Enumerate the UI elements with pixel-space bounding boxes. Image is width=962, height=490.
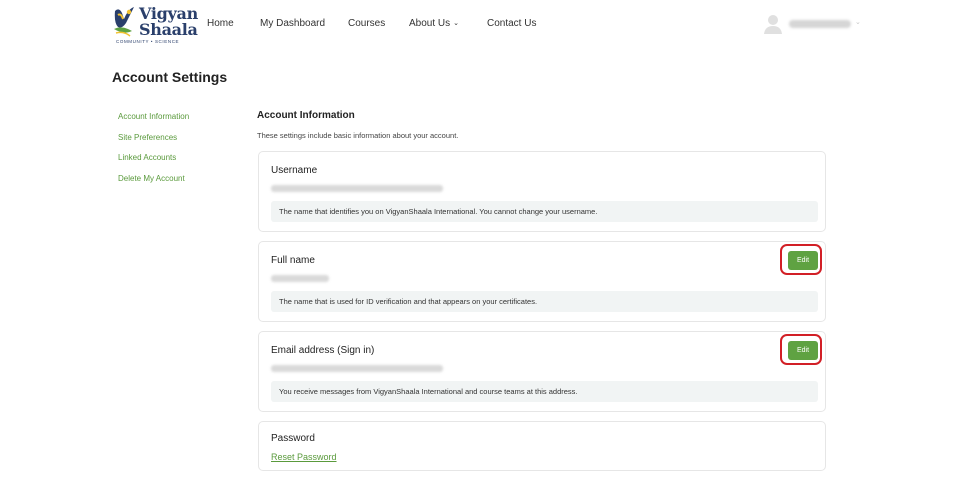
page-title: Account Settings <box>112 69 228 85</box>
highlight-ring <box>780 334 822 365</box>
user-avatar-icon <box>764 15 782 34</box>
logo-mark-icon <box>114 7 134 37</box>
password-label: Password <box>271 433 315 444</box>
email-value-redacted <box>271 365 443 372</box>
nav-courses[interactable]: Courses <box>348 18 385 29</box>
full-name-label: Full name <box>271 255 315 266</box>
section-description: These settings include basic information… <box>257 131 459 140</box>
sidebar-item-account-information[interactable]: Account Information <box>118 112 189 121</box>
nav-about-us-label: About Us <box>409 18 451 29</box>
username-label: Username <box>271 165 318 176</box>
reset-password-link[interactable]: Reset Password <box>271 452 337 462</box>
username-value-redacted <box>271 185 443 192</box>
logo-text-line2: Shaala <box>139 20 198 39</box>
chevron-down-icon: ⌄ <box>453 20 460 27</box>
username-card: Username The name that identifies you on… <box>258 151 826 232</box>
email-label: Email address (Sign in) <box>271 345 375 356</box>
full-name-hint: The name that is used for ID verificatio… <box>271 291 818 312</box>
highlight-ring <box>780 244 822 275</box>
logo-tagline: COMMUNITY • SCIENCE <box>116 39 180 44</box>
sidebar-item-linked-accounts[interactable]: Linked Accounts <box>118 153 176 162</box>
chevron-down-icon: ⌄ <box>855 19 861 26</box>
password-card: Password Reset Password <box>258 421 826 471</box>
sidebar-item-delete-my-account[interactable]: Delete My Account <box>118 174 185 183</box>
username-hint: The name that identifies you on VigyanSh… <box>271 201 818 222</box>
sidebar-item-site-preferences[interactable]: Site Preferences <box>118 133 177 142</box>
user-name-redacted <box>789 20 851 28</box>
nav-home[interactable]: Home <box>207 18 234 29</box>
email-hint: You receive messages from VigyanShaala I… <box>271 381 818 402</box>
vigyanshaala-logo[interactable]: Vigyan Shaala COMMUNITY • SCIENCE <box>112 3 198 45</box>
email-card: Email address (Sign in) You receive mess… <box>258 331 826 412</box>
nav-my-dashboard[interactable]: My Dashboard <box>260 18 325 29</box>
full-name-card: Full name The name that is used for ID v… <box>258 241 826 322</box>
section-title: Account Information <box>257 110 355 121</box>
site-header: Vigyan Shaala COMMUNITY • SCIENCE Home M… <box>0 0 962 48</box>
nav-contact-us[interactable]: Contact Us <box>487 18 536 29</box>
nav-about-us[interactable]: About Us ⌄ <box>409 18 459 29</box>
full-name-value-redacted <box>271 275 329 282</box>
